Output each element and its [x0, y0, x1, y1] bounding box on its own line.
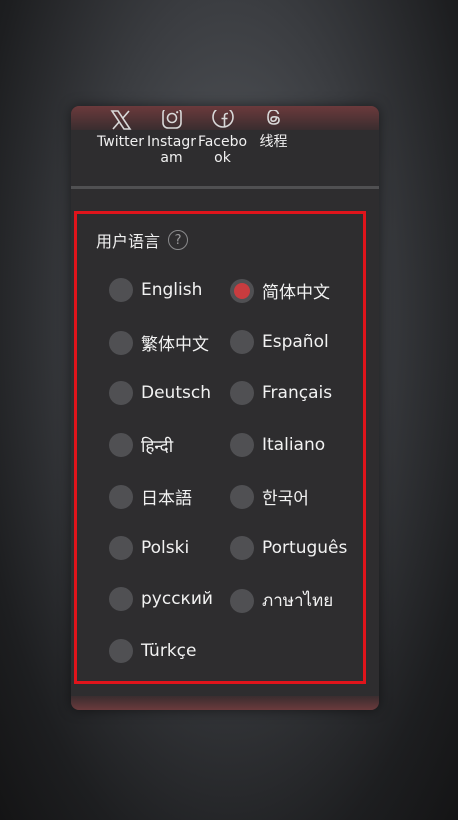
language-option-italian[interactable]: Italiano [230, 433, 325, 457]
radio-button[interactable] [109, 639, 133, 663]
social-threads-label: 线程 [259, 134, 288, 150]
x-twitter-icon [110, 106, 132, 130]
language-option-thai[interactable]: ภาษาไทย [230, 587, 333, 614]
language-label: English [141, 280, 203, 300]
language-label: Türkçe [141, 641, 197, 661]
help-icon[interactable]: ? [168, 230, 189, 250]
language-option-traditional-chinese[interactable]: 繁体中文 [109, 330, 209, 355]
radio-button[interactable] [109, 433, 133, 457]
radio-button[interactable] [109, 278, 133, 302]
language-label: Deutsch [141, 383, 211, 403]
social-twitter[interactable]: Twitter [95, 106, 146, 166]
language-option-english[interactable]: English [109, 278, 202, 302]
social-instagram[interactable]: Instagram [146, 106, 197, 166]
language-option-german[interactable]: Deutsch [109, 381, 211, 405]
language-label: हिन्दी [141, 436, 174, 457]
radio-button[interactable] [230, 588, 254, 613]
language-label: 한국어 [262, 489, 309, 509]
facebook-icon [211, 106, 234, 130]
language-header: 用户语言 ? [96, 228, 189, 252]
language-label: русский [141, 589, 213, 609]
language-option-hindi[interactable]: हिन्दी [109, 433, 173, 457]
social-threads[interactable]: 线程 [248, 106, 299, 166]
radio-button[interactable] [109, 381, 133, 405]
panel-bottom-edge [71, 696, 379, 710]
radio-button[interactable] [109, 536, 133, 560]
radio-selected-dot [234, 282, 250, 299]
language-option-japanese[interactable]: 日本語 [109, 484, 192, 509]
language-label: Español [262, 332, 329, 352]
social-facebook-label: Facebook [197, 134, 248, 166]
language-label: Polski [141, 538, 190, 558]
section-divider [71, 186, 379, 189]
language-section-title: 用户语言 [96, 232, 161, 251]
language-option-french[interactable]: Français [230, 381, 332, 405]
language-option-russian[interactable]: русский [109, 587, 213, 611]
radio-button[interactable] [230, 433, 254, 457]
radio-button[interactable] [109, 484, 133, 509]
language-label: Français [262, 383, 333, 403]
social-links: Twitter Instagram Facebook 线程 [95, 106, 299, 166]
language-option-polish[interactable]: Polski [109, 536, 189, 560]
language-label: Português [262, 538, 348, 558]
threads-icon [263, 106, 285, 130]
language-label: 简体中文 [262, 283, 330, 303]
language-option-turkish[interactable]: Türkçe [109, 639, 196, 663]
radio-button[interactable] [230, 330, 254, 354]
language-label: ภาษาไทย [262, 591, 334, 611]
social-instagram-label: Instagram [146, 134, 196, 166]
radio-button[interactable] [230, 381, 254, 405]
language-label: 日本語 [141, 489, 192, 509]
settings-panel: Twitter Instagram Facebook 线程 用户语言 ? Eng… [71, 106, 379, 710]
social-facebook[interactable]: Facebook [197, 106, 248, 166]
language-option-spanish[interactable]: Español [230, 330, 329, 354]
radio-button[interactable] [230, 484, 254, 509]
radio-button[interactable] [109, 330, 133, 355]
instagram-icon [161, 106, 183, 130]
radio-button-selected[interactable] [230, 278, 254, 303]
radio-button[interactable] [109, 587, 133, 611]
social-twitter-label: Twitter [97, 134, 144, 150]
language-option-korean[interactable]: 한국어 [230, 484, 309, 509]
radio-button[interactable] [230, 536, 254, 560]
language-section: 用户语言 ? English 简体中文 繁体中文 Español Deutsch… [74, 211, 366, 684]
language-label: 繁体中文 [141, 335, 209, 355]
language-label: Italiano [262, 435, 326, 455]
language-option-simplified-chinese[interactable]: 简体中文 [230, 278, 330, 303]
language-option-portuguese[interactable]: Português [230, 536, 347, 560]
